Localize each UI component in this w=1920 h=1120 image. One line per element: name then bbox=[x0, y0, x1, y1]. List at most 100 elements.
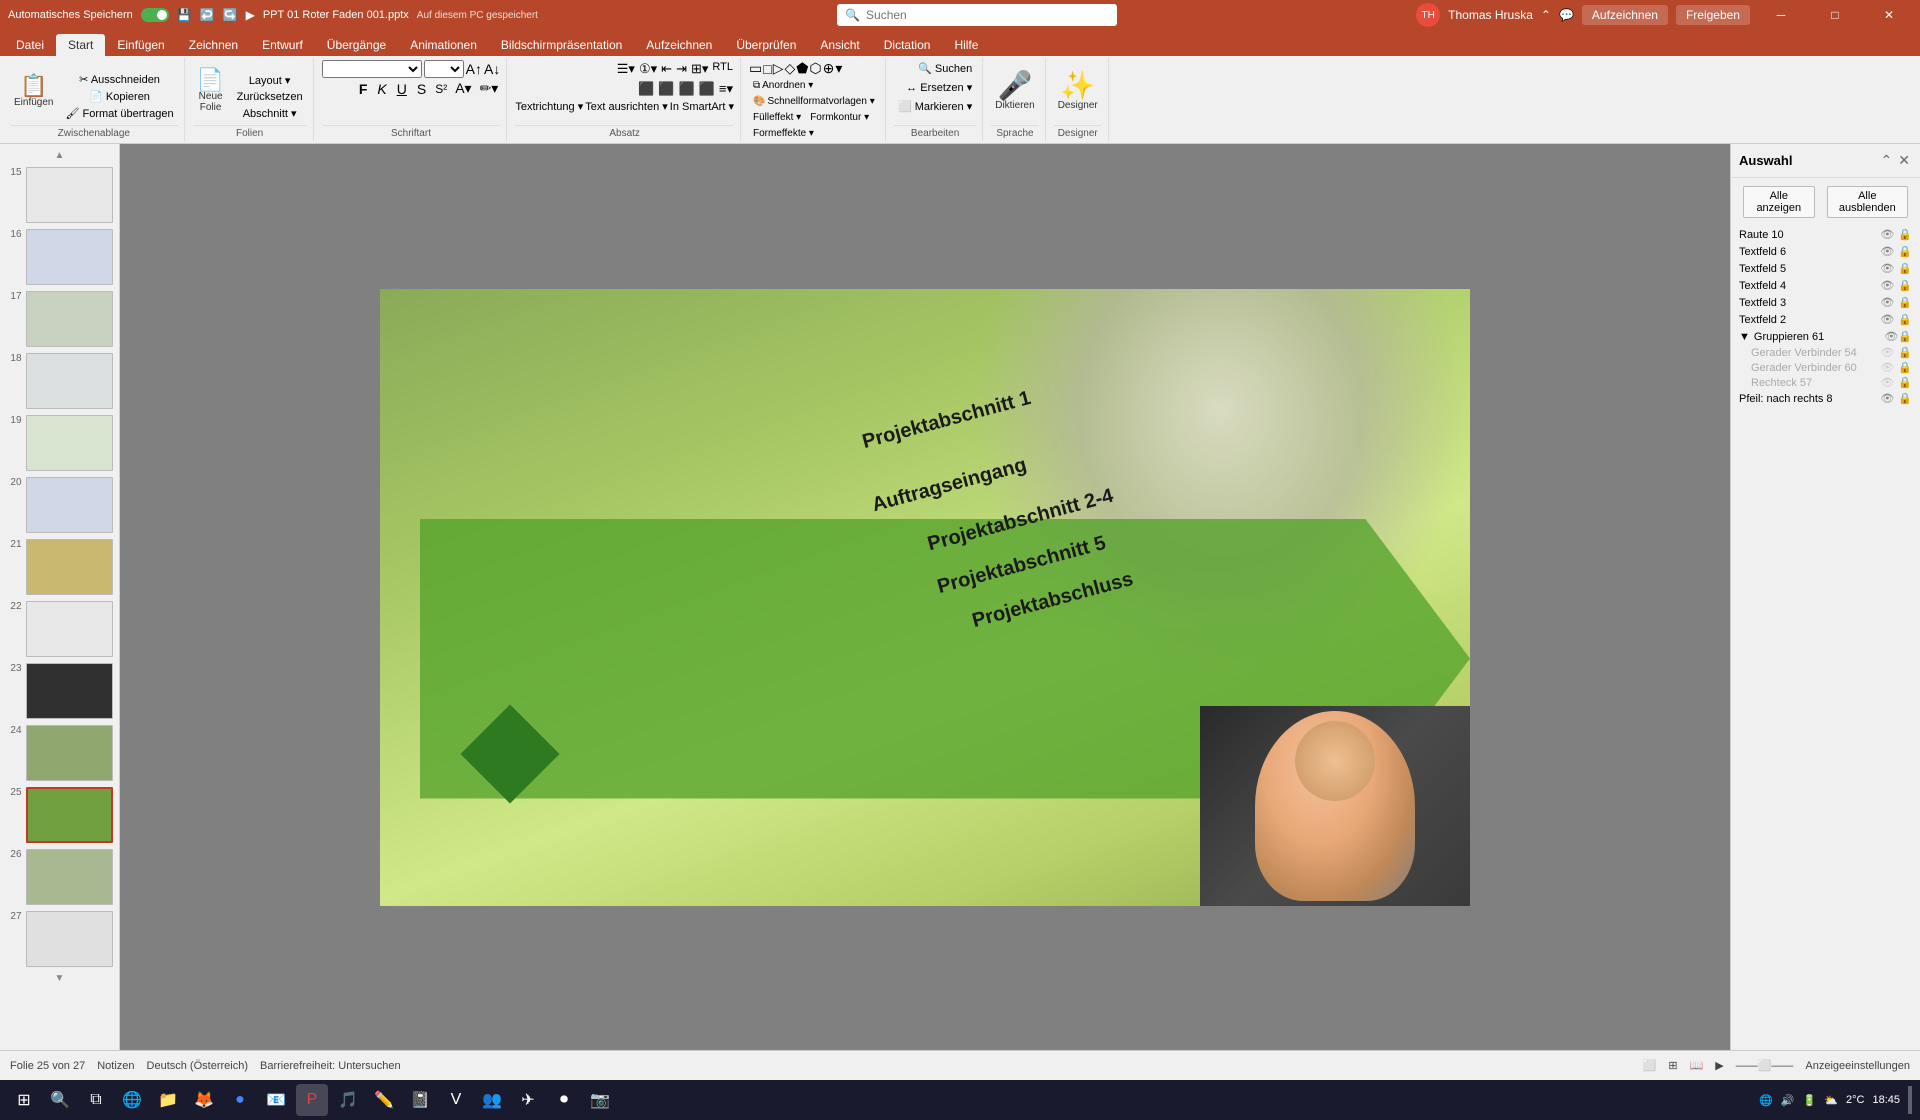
layer-row-textfeld3[interactable]: Textfeld 3 👁 🔒 bbox=[1731, 294, 1920, 311]
taskbar-weather-icon[interactable]: ⛅ bbox=[1824, 1094, 1838, 1107]
comments-icon[interactable]: 💬 bbox=[1559, 8, 1574, 22]
tab-uebergaenge[interactable]: Übergänge bbox=[315, 34, 398, 56]
taskbar-search-icon[interactable]: 🔍 bbox=[44, 1084, 76, 1116]
eye-textfeld6[interactable]: 👁 bbox=[1880, 245, 1894, 258]
taskbar-onenote-icon[interactable]: 📓 bbox=[404, 1084, 436, 1116]
slide-25-thumb[interactable]: 25 bbox=[4, 785, 115, 845]
list-num-button[interactable]: ①▾ bbox=[638, 60, 658, 78]
eye-verbinder60[interactable]: 👁 bbox=[1880, 361, 1894, 374]
cut-button[interactable]: ✂ Ausschneiden bbox=[61, 72, 177, 87]
tab-zeichnen[interactable]: Zeichnen bbox=[177, 34, 250, 56]
scroll-up-arrow[interactable]: ▲ bbox=[4, 148, 115, 163]
underline-button[interactable]: U bbox=[394, 81, 410, 97]
canvas-area[interactable]: Projektabschnitt 1 Auftragseingang Proje… bbox=[120, 144, 1730, 1050]
layer-row-textfeld5[interactable]: Textfeld 5 👁 🔒 bbox=[1731, 260, 1920, 277]
layer-row-raute10[interactable]: Raute 10 👁 🔒 bbox=[1731, 226, 1920, 243]
taskbar-explorer-icon[interactable]: 📁 bbox=[152, 1084, 184, 1116]
lock-textfeld2[interactable]: 🔒 bbox=[1898, 313, 1912, 326]
lock-pfeil8[interactable]: 🔒 bbox=[1898, 392, 1912, 405]
designer-button[interactable]: ✨ Designer bbox=[1054, 61, 1102, 121]
select-button[interactable]: ⬜ Markieren ▾ bbox=[894, 98, 976, 115]
taskbar-chrome-icon[interactable]: ● bbox=[224, 1084, 256, 1116]
tab-aufzeichnen[interactable]: Aufzeichnen bbox=[634, 34, 724, 56]
slide-17-thumb[interactable]: 17 bbox=[4, 289, 115, 349]
lock-textfeld6[interactable]: 🔒 bbox=[1898, 245, 1912, 258]
redo-icon[interactable]: ↪️ bbox=[223, 8, 238, 22]
shadow-button[interactable]: S² bbox=[433, 82, 449, 96]
autosave-toggle[interactable] bbox=[141, 8, 169, 22]
tab-hilfe[interactable]: Hilfe bbox=[942, 34, 990, 56]
lock-textfeld4[interactable]: 🔒 bbox=[1898, 279, 1912, 292]
layer-row-textfeld2[interactable]: Textfeld 2 👁 🔒 bbox=[1731, 311, 1920, 328]
layout-button[interactable]: Layout ▾ bbox=[233, 73, 307, 88]
slide-21-thumb[interactable]: 21 bbox=[4, 537, 115, 597]
slide-15-thumb[interactable]: 15 bbox=[4, 165, 115, 225]
font-color-button[interactable]: A▾ bbox=[453, 80, 473, 97]
tab-ueberpruefen[interactable]: Überprüfen bbox=[724, 34, 808, 56]
layer-row-verbinder60[interactable]: Gerader Verbinder 60 👁 🔒 bbox=[1743, 360, 1920, 375]
reset-button[interactable]: Zurücksetzen bbox=[233, 90, 307, 104]
lock-verbinder60[interactable]: 🔒 bbox=[1898, 361, 1912, 374]
lock-raute10[interactable]: 🔒 bbox=[1898, 228, 1912, 241]
slide-20-thumb[interactable]: 20 bbox=[4, 475, 115, 535]
font-size-select[interactable] bbox=[424, 60, 464, 78]
undo-icon[interactable]: ↩️ bbox=[200, 8, 215, 22]
italic-button[interactable]: K bbox=[374, 81, 389, 97]
shape-more-button[interactable]: ▾ bbox=[835, 60, 842, 77]
tab-dictation[interactable]: Dictation bbox=[872, 34, 943, 56]
layer-row-rechteck57[interactable]: Rechteck 57 👁 🔒 bbox=[1743, 375, 1920, 390]
taskbar-battery-icon[interactable]: 🔋 bbox=[1803, 1094, 1817, 1107]
tab-animationen[interactable]: Animationen bbox=[398, 34, 489, 56]
textalign-button[interactable]: Text ausrichten ▾ bbox=[585, 100, 668, 113]
show-desktop-button[interactable] bbox=[1908, 1086, 1912, 1114]
panel-expand-icon[interactable]: ⌃ bbox=[1879, 150, 1895, 171]
eye-textfeld2[interactable]: 👁 bbox=[1880, 313, 1894, 326]
paste-button[interactable]: 📋 Einfügen bbox=[10, 61, 57, 121]
view-settings-button[interactable]: Anzeigeeinstellungen bbox=[1805, 1060, 1910, 1072]
taskbar-powerpoint-icon[interactable]: P bbox=[296, 1084, 328, 1116]
windows-start-button[interactable]: ⊞ bbox=[8, 1084, 40, 1116]
textbox-button[interactable]: Textrichtung ▾ bbox=[515, 100, 583, 113]
eye-textfeld3[interactable]: 👁 bbox=[1880, 296, 1894, 309]
lock-textfeld3[interactable]: 🔒 bbox=[1898, 296, 1912, 309]
view-presentation-button[interactable]: ▶ bbox=[1715, 1059, 1723, 1072]
slide-26-thumb[interactable]: 26 bbox=[4, 847, 115, 907]
lock-rechteck57[interactable]: 🔒 bbox=[1898, 376, 1912, 389]
outline-button[interactable]: Formkontur ▾ bbox=[806, 110, 873, 125]
align-right-button[interactable]: ⬛ bbox=[677, 80, 695, 98]
close-button[interactable]: ✕ bbox=[1866, 0, 1912, 30]
shape-icon-1[interactable]: ▭ bbox=[749, 60, 762, 77]
taskbar-network-icon[interactable]: 🌐 bbox=[1759, 1094, 1773, 1107]
show-all-button[interactable]: Alle anzeigen bbox=[1743, 186, 1815, 218]
slide-16-thumb[interactable]: 16 bbox=[4, 227, 115, 287]
section-button[interactable]: Abschnitt ▾ bbox=[233, 106, 307, 121]
slide-19-thumb[interactable]: 19 bbox=[4, 413, 115, 473]
maximize-button[interactable]: □ bbox=[1812, 0, 1858, 30]
save-icon[interactable]: 💾 bbox=[177, 8, 192, 22]
bold-button[interactable]: F bbox=[356, 81, 371, 97]
ribbon-toggle-icon[interactable]: ⌃ bbox=[1541, 8, 1551, 22]
justify-button[interactable]: ⬛ bbox=[698, 80, 716, 98]
taskbar-telegram-icon[interactable]: ✈ bbox=[512, 1084, 544, 1116]
shape-icon-6[interactable]: ⬡ bbox=[809, 60, 821, 77]
tab-ansicht[interactable]: Ansicht bbox=[808, 34, 871, 56]
taskbar-outlook-icon[interactable]: 📧 bbox=[260, 1084, 292, 1116]
scroll-down-arrow[interactable]: ▼ bbox=[4, 971, 115, 986]
share-btn[interactable]: Aufzeichnen bbox=[1582, 5, 1668, 25]
eye-raute10[interactable]: 👁 bbox=[1880, 228, 1894, 241]
tab-datei[interactable]: Datei bbox=[4, 34, 56, 56]
eye-verbinder54[interactable]: 👁 bbox=[1880, 346, 1894, 359]
fill-color-button[interactable]: Fülleffekt ▾ bbox=[749, 110, 805, 125]
search-button[interactable]: 🔍 Suchen bbox=[914, 60, 976, 77]
font-shrink-button[interactable]: A↓ bbox=[484, 61, 500, 77]
view-sort-button[interactable]: ⊞ bbox=[1668, 1059, 1677, 1072]
shape-icon-2[interactable]: □ bbox=[763, 61, 771, 77]
slide-22-thumb[interactable]: 22 bbox=[4, 599, 115, 659]
copy-button[interactable]: 📄 Kopieren bbox=[61, 89, 177, 104]
font-grow-button[interactable]: A↑ bbox=[466, 61, 482, 77]
line-spacing-button[interactable]: ≡▾ bbox=[718, 80, 734, 98]
lock-textfeld5[interactable]: 🔒 bbox=[1898, 262, 1912, 275]
present-icon[interactable]: ▶ bbox=[246, 8, 255, 22]
slide-27-thumb[interactable]: 27 bbox=[4, 909, 115, 969]
taskbar-camera-icon[interactable]: 📷 bbox=[584, 1084, 616, 1116]
